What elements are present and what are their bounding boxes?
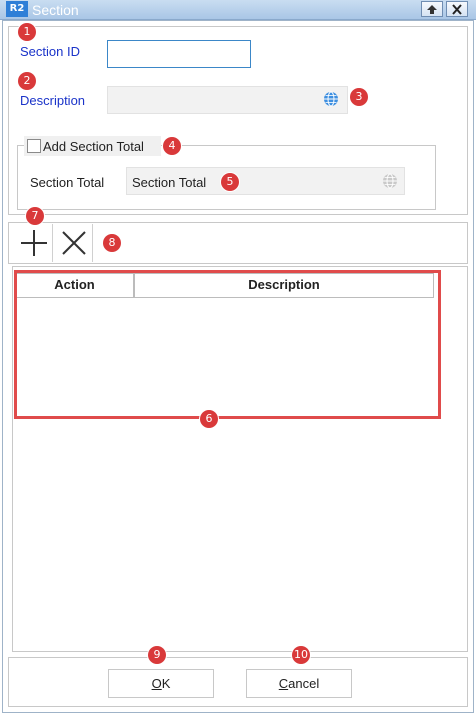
callout-badge-3: 3: [350, 88, 368, 106]
section-total-value: Section Total: [132, 175, 207, 190]
ok-button[interactable]: OK: [108, 669, 214, 698]
globe-icon[interactable]: [323, 91, 339, 107]
plus-icon: [21, 230, 47, 256]
section-id-input[interactable]: [107, 40, 251, 68]
add-row-button[interactable]: [15, 224, 53, 262]
description-input[interactable]: [107, 86, 348, 114]
callout-badge-1: 1: [18, 23, 36, 41]
callout-badge-2: 2: [18, 72, 36, 90]
ok-label-rest: K: [161, 676, 171, 691]
cancel-mnemonic: C: [278, 676, 289, 691]
app-icon: R2: [6, 1, 28, 17]
callout-badge-4: 4: [163, 137, 181, 155]
delete-x-icon: [62, 231, 86, 255]
window-title: Section: [32, 2, 79, 18]
ok-mnemonic: O: [151, 676, 162, 691]
add-section-total-checkbox[interactable]: [27, 139, 41, 153]
delete-row-button[interactable]: [55, 224, 93, 262]
add-section-total-label[interactable]: Add Section Total: [43, 139, 144, 154]
cancel-button[interactable]: Cancel: [246, 669, 352, 698]
section-total-label: Section Total: [30, 175, 105, 190]
callout-badge-6: 6: [200, 410, 218, 428]
section-id-label: Section ID: [20, 44, 80, 59]
cancel-label-rest: ancel: [288, 676, 320, 691]
callout-badge-9: 9: [148, 646, 166, 664]
close-button[interactable]: [446, 1, 468, 17]
footer-panel: [8, 657, 468, 707]
callout-badge-7: 7: [26, 207, 44, 225]
callout-badge-8: 8: [103, 234, 121, 252]
callout-badge-5: 5: [221, 173, 239, 191]
globe-icon-disabled: [383, 173, 397, 189]
callout-badge-10: 10: [292, 646, 310, 664]
maximize-button[interactable]: [421, 1, 443, 17]
arrow-up-icon: [427, 5, 437, 14]
description-label: Description: [20, 93, 86, 108]
grid-highlight-box: [14, 270, 441, 419]
close-icon: [452, 4, 462, 15]
